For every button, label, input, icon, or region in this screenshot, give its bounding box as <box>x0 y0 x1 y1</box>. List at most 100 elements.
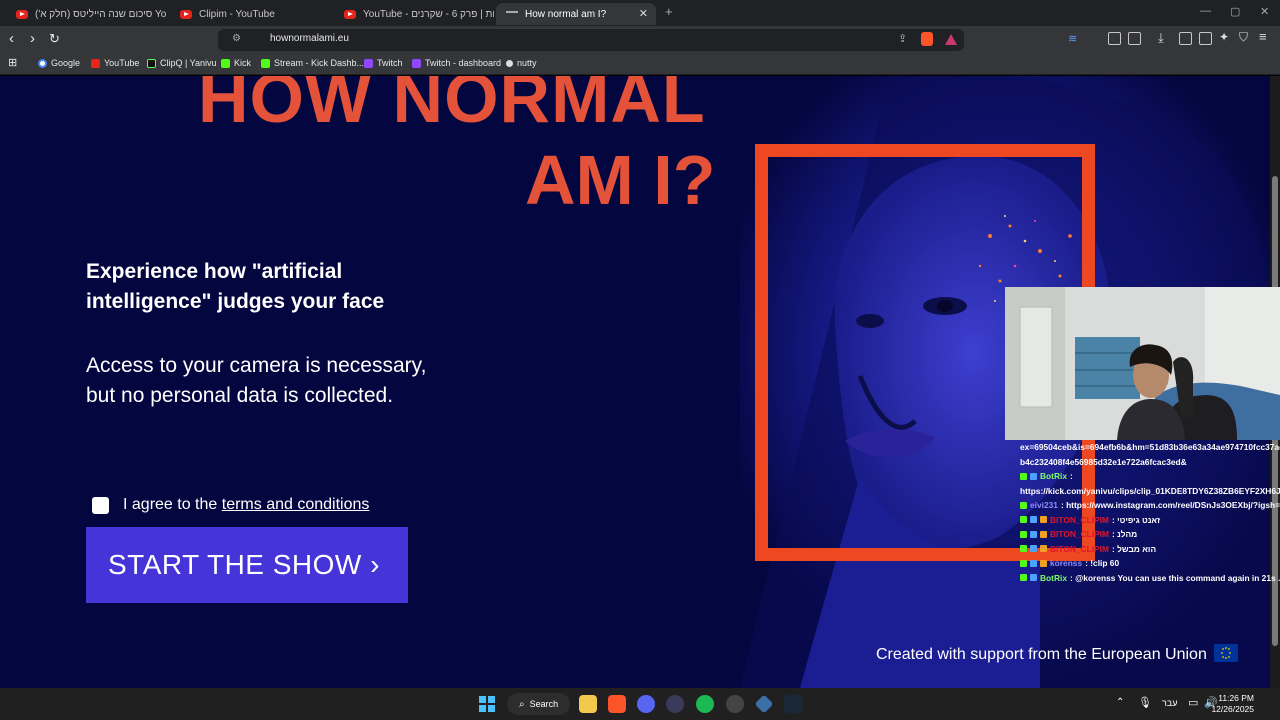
mod-badge-icon <box>1030 530 1037 538</box>
chat-line: BITON_CLIPIM: הוא מבשל <box>1020 542 1280 557</box>
taskbar-search-label: Search <box>529 699 559 709</box>
stream-chat-overlay: ex=69504ceb&is=694efb6b&hm=51d83b36e63a3… <box>1020 440 1280 585</box>
close-tab-icon[interactable]: ✕ <box>639 7 648 20</box>
start-menu-icon[interactable] <box>479 696 495 712</box>
extensions-icon[interactable] <box>1108 32 1121 45</box>
terms-checkbox[interactable] <box>92 496 109 514</box>
discord-icon[interactable] <box>637 695 655 713</box>
terms-link[interactable]: terms and conditions <box>222 496 370 513</box>
maximize-icon[interactable]: ▢ <box>1230 5 1240 18</box>
tab-clipim[interactable]: Clipim - YouTube <box>170 3 330 25</box>
apps-grid-icon[interactable]: ⊞ <box>8 56 17 69</box>
network-icon[interactable]: ▭ <box>1188 696 1198 709</box>
tagline: Experience how "artificial intelligence"… <box>86 260 385 313</box>
app-icon[interactable] <box>754 694 774 714</box>
mod-badge-icon <box>1030 545 1037 553</box>
url-text[interactable]: hownormalami.eu <box>270 33 349 44</box>
chat-line: ex=69504ceb&is=694efb6b&hm=51d83b36e63a3… <box>1020 442 1280 452</box>
eu-flag-icon <box>1214 644 1238 662</box>
youtube-icon <box>344 9 356 19</box>
kick-badge-icon <box>1020 530 1027 538</box>
tab-youtube-episode[interactable]: YouTube - יקומות | פרק 6 - שקרנים <box>334 3 494 25</box>
kick-badge-icon <box>1020 559 1027 567</box>
mod-badge-icon <box>1030 516 1037 524</box>
sub-badge-icon <box>1040 545 1047 553</box>
nutty-icon <box>506 59 513 67</box>
chat-line: BITON_CLIPIM: זאנט גיפיטי <box>1020 513 1280 528</box>
site-info-icon[interactable]: ⚙ <box>232 33 241 44</box>
menu-icon[interactable]: ≡ <box>1259 29 1267 44</box>
bookmark-twitch-dashboard[interactable]: Twitch - dashboard <box>412 58 501 68</box>
bookmark-google[interactable]: Google <box>38 58 80 68</box>
microphone-icon[interactable]: 🎙 <box>1138 696 1152 709</box>
share-icon[interactable]: ⇪ <box>898 32 907 45</box>
clock-time: 11:26 PM <box>1218 693 1254 703</box>
new-tab-button[interactable]: + <box>665 4 673 19</box>
leo-ai-icon[interactable]: ≋ <box>1068 32 1077 45</box>
tab-label: YouTube - יקומות | פרק 6 - שקרנים <box>363 8 494 20</box>
tray-chevron-icon[interactable]: ⌃ <box>1116 697 1124 708</box>
close-window-icon[interactable]: ✕ <box>1260 5 1269 18</box>
eu-support-text: Created with support from the European U… <box>876 646 1207 663</box>
tab-youtube-highlights[interactable]: סיכום שנה הייליטס (חלק א') YouTube <box>6 3 166 25</box>
globe-icon <box>506 11 518 17</box>
youtube-icon <box>91 58 100 68</box>
clock-date: 12/26/2025 <box>1211 704 1254 714</box>
mod-badge-icon <box>1030 574 1037 582</box>
google-icon <box>38 58 47 68</box>
mod-badge-icon <box>1030 472 1037 480</box>
download-icon[interactable]: ⤓ <box>1158 30 1164 46</box>
page-title-line-1: HOW NORMAL <box>198 76 706 137</box>
search-icon: ⌕ <box>519 698 525 710</box>
spotify-icon[interactable] <box>696 695 714 713</box>
sub-badge-icon <box>1040 530 1047 538</box>
sub-badge-icon <box>1040 516 1047 524</box>
youtube-icon <box>180 9 192 19</box>
agree-label: I agree to the <box>123 496 218 513</box>
tab-label: Clipim - YouTube <box>199 8 275 20</box>
ai-sparkle-icon[interactable]: ✦ <box>1219 30 1229 44</box>
sidebar-icon[interactable] <box>1179 32 1192 45</box>
brave-browser-icon[interactable] <box>608 695 626 713</box>
address-bar[interactable]: ⚙ hownormalami.eu ⇪ <box>218 29 964 51</box>
bookmark-youtube[interactable]: YouTube <box>91 58 139 68</box>
bookmark-twitch[interactable]: Twitch <box>364 58 403 68</box>
language-indicator[interactable]: עבר <box>1162 698 1177 708</box>
brave-shields-icon[interactable] <box>921 32 933 46</box>
chat-line: BotRix: @korenss You can use this comman… <box>1020 571 1280 586</box>
file-explorer-icon[interactable] <box>579 695 597 713</box>
chat-line: https://kick.com/yanivu/clips/clip_01KDE… <box>1020 485 1280 496</box>
start-show-button[interactable]: START THE SHOW › <box>86 527 408 603</box>
browser-tab-strip: סיכום שנה הייליטס (חלק א') YouTube Clipi… <box>0 0 1280 26</box>
tab-how-normal-am-i[interactable]: How normal am I? ✕ <box>496 3 656 25</box>
chat-line: BITON_CLIPIM: מהלנ <box>1020 527 1280 542</box>
kick-icon <box>261 58 270 68</box>
kick-badge-icon <box>1020 501 1027 509</box>
brave-rewards-icon[interactable] <box>945 34 957 45</box>
sub-badge-icon <box>1040 559 1047 567</box>
bookmark-kick-dashboard[interactable]: Stream - Kick Dashb... <box>261 58 364 68</box>
steam-icon[interactable] <box>784 695 802 713</box>
obs-icon[interactable] <box>726 695 744 713</box>
kick-badge-icon <box>1020 574 1027 582</box>
back-icon[interactable]: ‹ <box>9 30 14 47</box>
app-icon[interactable] <box>666 695 684 713</box>
chat-line: eivi231: https://www.instagram.com/reel/… <box>1020 498 1280 513</box>
chat-line: b4c232408f4e56985d32e1e722a6fcac3ed& <box>1020 456 1187 467</box>
webcam-overlay <box>1005 287 1280 440</box>
windows-taskbar: ⌕ Search ⌃ 🎙 עבר ▭ 🔊 11:26 PM 12/26/2025 <box>0 688 1280 720</box>
system-clock[interactable]: 11:26 PM 12/26/2025 <box>1211 693 1254 715</box>
bookmark-clipq[interactable]: ClipQ | Yanivu <box>147 58 217 68</box>
terms-agreement: I agree to the terms and conditions <box>92 496 369 514</box>
bookmark-kick[interactable]: Kick <box>221 58 251 68</box>
page-title-line-2: AM I? <box>525 141 716 219</box>
minimize-icon[interactable]: — <box>1200 5 1211 17</box>
forward-icon[interactable]: › <box>30 30 35 47</box>
vpn-shield-icon[interactable]: ⛉ <box>1239 30 1248 45</box>
reader-mode-icon[interactable] <box>1128 32 1141 45</box>
wallet-icon[interactable] <box>1199 32 1212 45</box>
reload-icon[interactable]: ↻ <box>49 31 60 47</box>
taskbar-search[interactable]: ⌕ Search <box>507 693 570 715</box>
twitch-icon <box>364 58 373 68</box>
bookmark-nutty[interactable]: nutty <box>506 58 537 68</box>
